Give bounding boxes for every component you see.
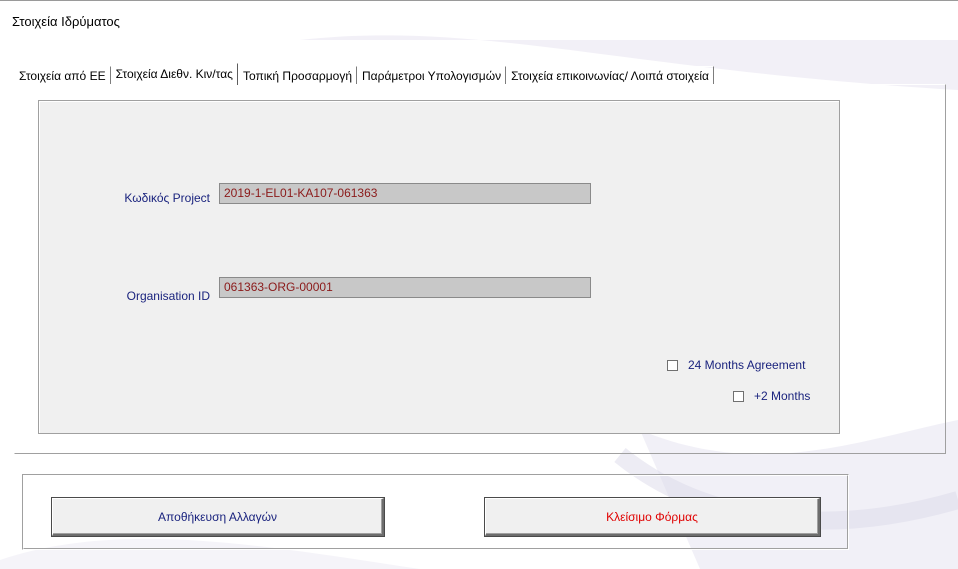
mobility-group-box <box>38 100 840 434</box>
window-top-border <box>0 0 958 1</box>
organisation-id-label: Organisation ID <box>126 289 210 303</box>
tab-mobility-data[interactable]: Στοιχεία Διεθν. Κιν/τας <box>110 63 238 85</box>
project-code-field[interactable]: 2019-1-EL01-KA107-061363 <box>219 183 591 204</box>
form-window: Στοιχεία Ιδρύματος Στοιχεία από ΕΕ Στοιχ… <box>0 0 958 569</box>
months24-checkbox[interactable] <box>667 359 678 371</box>
months24-option[interactable]: 24 Months Agreement <box>667 358 805 372</box>
plus2-months-checkbox[interactable] <box>733 390 744 402</box>
save-changes-button[interactable]: Αποθήκευση Αλλαγών <box>52 498 384 536</box>
tab-contact-other[interactable]: Στοιχεία επικοινωνίας/ Λοιπά στοιχεία <box>506 66 714 85</box>
window-title: Στοιχεία Ιδρύματος <box>12 14 120 29</box>
plus2-months-label: +2 Months <box>754 389 811 403</box>
months24-label: 24 Months Agreement <box>688 358 806 372</box>
organisation-id-field[interactable]: 061363-ORG-00001 <box>219 277 591 298</box>
tab-strip: Στοιχεία από ΕΕ Στοιχεία Διεθν. Κιν/τας … <box>14 63 714 85</box>
tab-calculation-parameters[interactable]: Παράμετροι Υπολογισμών <box>357 66 507 85</box>
tab-eu-data[interactable]: Στοιχεία από ΕΕ <box>14 66 111 85</box>
project-code-label: Κωδικός Project <box>124 191 210 205</box>
plus2-months-option[interactable]: +2 Months <box>733 389 810 403</box>
close-form-button[interactable]: Κλείσιμο Φόρμας <box>485 498 820 536</box>
tab-local-adjustment[interactable]: Τοπική Προσαρμογή <box>237 66 358 85</box>
